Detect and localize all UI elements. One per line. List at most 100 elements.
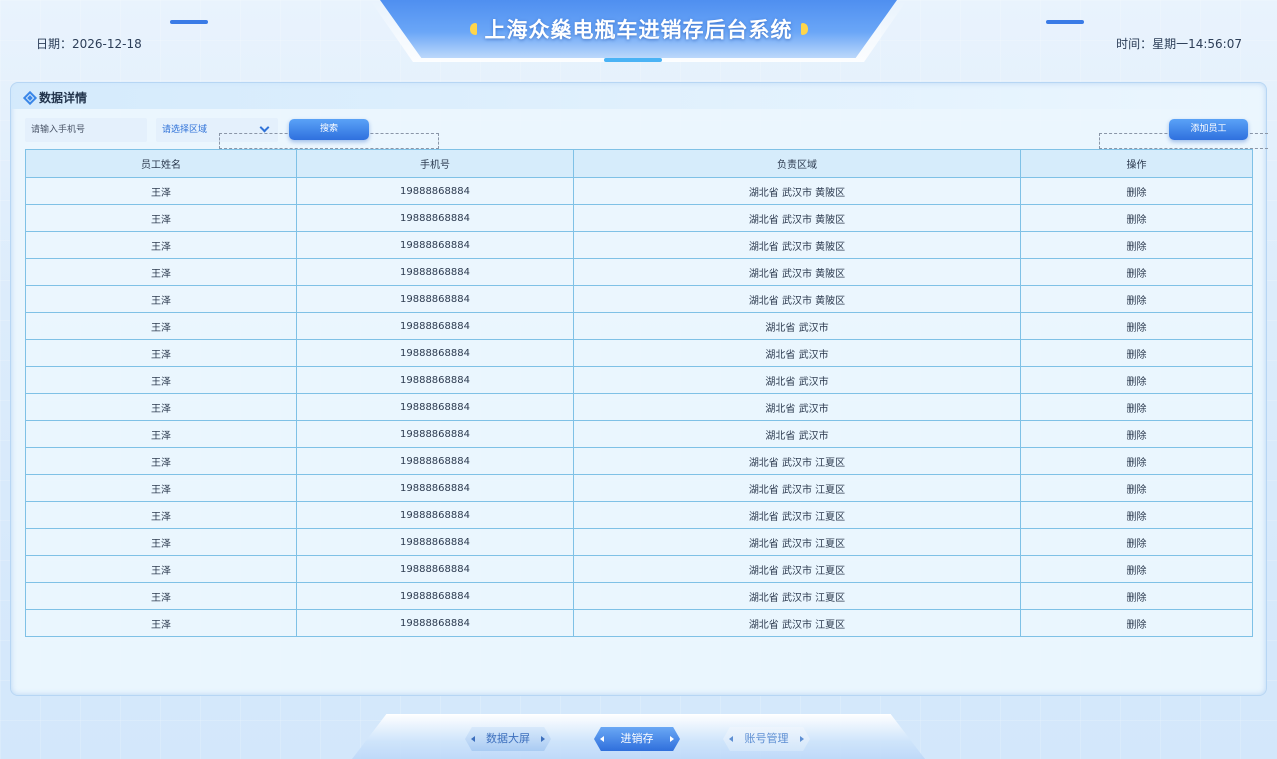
table-header-row: 员工姓名 手机号 负责区域 操作 (25, 149, 1253, 178)
cell-phone: 19888868884 (296, 366, 574, 394)
cell-name: 王泽 (25, 501, 297, 529)
column-header-action: 操作 (1020, 149, 1253, 178)
cell-name: 王泽 (25, 339, 297, 367)
cell-region: 湖北省 武汉市 江夏区 (573, 609, 1021, 637)
cell-name: 王泽 (25, 609, 297, 637)
delete-link[interactable]: 删除 (1020, 474, 1253, 502)
delete-link[interactable]: 删除 (1020, 501, 1253, 529)
cell-region: 湖北省 武汉市 江夏区 (573, 555, 1021, 583)
cell-name: 王泽 (25, 393, 297, 421)
cell-region: 湖北省 武汉市 黄陂区 (573, 285, 1021, 313)
table-row: 王泽 19888868884 湖北省 武汉市 删除 (25, 420, 1253, 448)
title-underline (604, 58, 662, 62)
cell-region: 湖北省 武汉市 黄陂区 (573, 204, 1021, 232)
cell-phone: 19888868884 (296, 177, 574, 205)
table-row: 王泽 19888868884 湖北省 武汉市 删除 (25, 366, 1253, 394)
table-row: 王泽 19888868884 湖北省 武汉市 删除 (25, 339, 1253, 367)
cell-name: 王泽 (25, 366, 297, 394)
table-row: 王泽 19888868884 湖北省 武汉市 江夏区 删除 (25, 528, 1253, 556)
cell-region: 湖北省 武汉市 黄陂区 (573, 258, 1021, 286)
title-dot-left-icon (469, 23, 477, 35)
arrow-right-icon (670, 736, 674, 742)
delete-link[interactable]: 删除 (1020, 528, 1253, 556)
cell-name: 王泽 (25, 420, 297, 448)
delete-link[interactable]: 删除 (1020, 366, 1253, 394)
table-row: 王泽 19888868884 湖北省 武汉市 江夏区 删除 (25, 474, 1253, 502)
delete-link[interactable]: 删除 (1020, 231, 1253, 259)
delete-link[interactable]: 删除 (1020, 609, 1253, 637)
table-row: 王泽 19888868884 湖北省 武汉市 江夏区 删除 (25, 501, 1253, 529)
delete-link[interactable]: 删除 (1020, 582, 1253, 610)
table-row: 王泽 19888868884 湖北省 武汉市 江夏区 删除 (25, 555, 1253, 583)
cell-phone: 19888868884 (296, 582, 574, 610)
cell-phone: 19888868884 (296, 312, 574, 340)
panel-header-bar (11, 83, 1266, 109)
delete-link[interactable]: 删除 (1020, 177, 1253, 205)
nav-data-screen[interactable]: 数据大屏 (465, 727, 551, 751)
arrow-left-icon (600, 736, 604, 742)
cell-phone: 19888868884 (296, 609, 574, 637)
delete-link[interactable]: 删除 (1020, 555, 1253, 583)
column-header-phone: 手机号 (296, 149, 574, 178)
employee-table-wrap: 员工姓名 手机号 负责区域 操作 王泽 19888868884 湖北省 武汉市 黄陂… (25, 149, 1253, 637)
cell-name: 王泽 (25, 474, 297, 502)
nav-label: 账号管理 (744, 732, 789, 745)
panel-title: 数据详情 (39, 91, 88, 105)
arrow-right-icon (800, 736, 804, 742)
delete-link[interactable]: 删除 (1020, 204, 1253, 232)
phone-search-input[interactable] (25, 118, 147, 142)
chevron-down-icon (259, 122, 270, 133)
cell-phone: 19888868884 (296, 555, 574, 583)
add-employee-button[interactable]: 添加员工 (1169, 119, 1248, 140)
table-row: 王泽 19888868884 湖北省 武汉市 黄陂区 删除 (25, 285, 1253, 313)
cell-region: 湖北省 武汉市 江夏区 (573, 528, 1021, 556)
cell-region: 湖北省 武汉市 (573, 312, 1021, 340)
cell-region: 湖北省 武汉市 (573, 393, 1021, 421)
delete-link[interactable]: 删除 (1020, 420, 1253, 448)
page-title: 上海众燊电瓶车进销存后台系统 (484, 18, 793, 42)
region-select-value: 请选择区域 (162, 125, 208, 135)
delete-link[interactable]: 删除 (1020, 312, 1253, 340)
employee-table: 员工姓名 手机号 负责区域 操作 王泽 19888868884 湖北省 武汉市 黄陂… (25, 149, 1253, 637)
cell-region: 湖北省 武汉市 黄陂区 (573, 231, 1021, 259)
diamond-icon (22, 90, 38, 105)
cell-name: 王泽 (25, 447, 297, 475)
cell-name: 王泽 (25, 555, 297, 583)
cell-region: 湖北省 武汉市 江夏区 (573, 501, 1021, 529)
panel-title-wrap: 数据详情 (22, 89, 88, 106)
cell-region: 湖北省 武汉市 (573, 339, 1021, 367)
cell-phone: 19888868884 (296, 501, 574, 529)
arrow-left-icon (729, 736, 733, 742)
delete-link[interactable]: 删除 (1020, 285, 1253, 313)
cell-phone: 19888868884 (296, 474, 574, 502)
cell-phone: 19888868884 (296, 231, 574, 259)
cell-phone: 19888868884 (296, 528, 574, 556)
search-button[interactable]: 搜索 (289, 119, 369, 140)
cell-phone: 19888868884 (296, 447, 574, 475)
delete-link[interactable]: 删除 (1020, 447, 1253, 475)
table-row: 王泽 19888868884 湖北省 武汉市 黄陂区 删除 (25, 204, 1253, 232)
delete-link[interactable]: 删除 (1020, 258, 1253, 286)
cell-region: 湖北省 武汉市 江夏区 (573, 582, 1021, 610)
nav-account-management[interactable]: 账号管理 (723, 727, 810, 751)
cell-region: 湖北省 武汉市 黄陂区 (573, 177, 1021, 205)
cell-phone: 19888868884 (296, 339, 574, 367)
cell-region: 湖北省 武汉市 江夏区 (573, 474, 1021, 502)
table-body: 王泽 19888868884 湖北省 武汉市 黄陂区 删除 王泽 19888868884 湖… (25, 177, 1253, 637)
nav-label: 数据大屏 (486, 732, 530, 745)
cell-region: 湖北省 武汉市 (573, 420, 1021, 448)
cell-region: 湖北省 武汉市 (573, 366, 1021, 394)
header-accent-right (1046, 20, 1084, 24)
table-row: 王泽 19888868884 湖北省 武汉市 黄陂区 删除 (25, 177, 1253, 205)
delete-link[interactable]: 删除 (1020, 339, 1253, 367)
nav-inventory[interactable]: 进销存 (594, 727, 680, 751)
page-title-wrap: 上海众燊电瓶车进销存后台系统 (469, 14, 808, 44)
title-dot-right-icon (800, 23, 808, 35)
header: 上海众燊电瓶车进销存后台系统 日期：2026-12-18 时间：星期一14:56… (0, 0, 1277, 70)
cell-name: 王泽 (25, 312, 297, 340)
delete-link[interactable]: 删除 (1020, 393, 1253, 421)
cell-phone: 19888868884 (296, 420, 574, 448)
cell-name: 王泽 (25, 528, 297, 556)
table-row: 王泽 19888868884 湖北省 武汉市 删除 (25, 312, 1253, 340)
cell-name: 王泽 (25, 231, 297, 259)
